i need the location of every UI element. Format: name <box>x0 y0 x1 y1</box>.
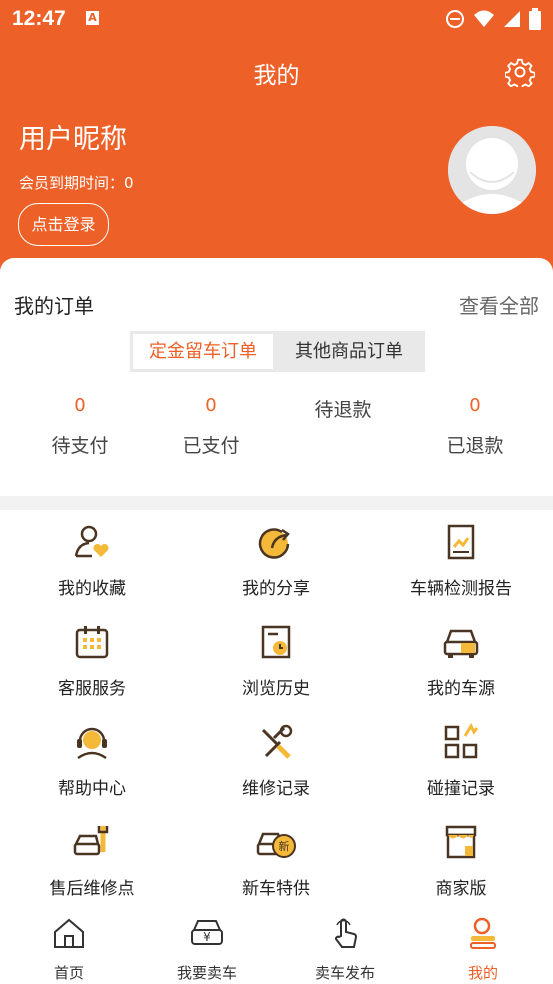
dnd-icon <box>446 10 464 28</box>
menu-item-history[interactable]: 浏览历史 <box>184 622 368 699</box>
order-tabs: 定金留车订单 其他商品订单 <box>130 331 425 372</box>
notification-a-icon: A <box>86 11 99 25</box>
svg-text:新: 新 <box>279 839 290 853</box>
menu-item-label: 车辆检测报告 <box>410 579 512 599</box>
nav-label: 首页 <box>53 964 84 982</box>
menu-item-help-center[interactable]: 帮助中心 <box>0 722 184 799</box>
nav-profile[interactable]: 我的 <box>414 916 552 983</box>
bottom-navigation: 首页 ¥ 我要卖车 卖车发布 我的 <box>0 906 553 984</box>
menu-item-label: 我的收藏 <box>58 579 126 599</box>
menu-item-label: 我的分享 <box>242 579 310 599</box>
tab-other-orders[interactable]: 其他商品订单 <box>276 334 422 369</box>
car-source-icon <box>443 629 479 658</box>
stat-value: 0 <box>469 395 481 416</box>
profile-header: 12:47 A 我的 用户昵称 会员到期时间：0 点击登录 <box>0 0 553 290</box>
nav-home[interactable]: 首页 <box>0 916 138 983</box>
menu-item-merchant[interactable]: 商家版 <box>369 822 553 899</box>
touch-icon <box>335 918 357 948</box>
stat-label: 待退款 <box>314 399 372 421</box>
svg-text:¥: ¥ <box>203 930 211 944</box>
stat-label: 待支付 <box>51 435 109 457</box>
page-title: 我的 <box>253 63 300 89</box>
membership-expire-text: 会员到期时间：0 <box>19 174 134 192</box>
login-button[interactable]: 点击登录 <box>18 203 109 246</box>
stat-label: 已支付 <box>182 435 240 457</box>
history-icon <box>261 625 291 659</box>
sell-car-icon: ¥ <box>191 920 223 945</box>
store-icon <box>445 825 477 859</box>
calendar-icon <box>75 626 109 659</box>
menu-item-label: 维修记录 <box>242 779 310 799</box>
menu-item-new-car-offers[interactable]: 新 新车特供 <box>184 822 368 899</box>
order-stat-pending-payment[interactable]: 0 待支付 <box>30 395 130 458</box>
status-time: 12:47 <box>12 7 66 30</box>
new-car-icon: 新 <box>256 832 296 858</box>
view-all-orders-link[interactable]: 查看全部 <box>459 290 539 319</box>
menu-item-label: 售后维修点 <box>49 879 135 899</box>
headset-icon <box>77 727 107 760</box>
menu-item-customer-service[interactable]: 客服服务 <box>0 622 184 699</box>
tab-deposit-orders[interactable]: 定金留车订单 <box>133 334 273 369</box>
stat-value: 0 <box>205 395 217 416</box>
user-nickname: 用户昵称 <box>19 124 127 155</box>
order-stat-pending-refund[interactable]: 待退款 <box>293 395 393 446</box>
stat-value <box>293 422 393 446</box>
nav-label: 我要卖车 <box>176 964 237 982</box>
default-avatar-icon <box>448 126 536 214</box>
favorite-user-icon <box>74 525 109 558</box>
nav-label: 我的 <box>467 964 498 982</box>
menu-item-inspection-report[interactable]: 车辆检测报告 <box>369 522 553 599</box>
repair-car-icon <box>73 826 109 856</box>
nav-label: 卖车发布 <box>314 964 375 982</box>
collision-icon <box>444 722 479 759</box>
settings-gear-icon[interactable] <box>505 57 535 87</box>
menu-item-collision-records[interactable]: 碰撞记录 <box>369 722 553 799</box>
menu-item-favorites[interactable]: 我的收藏 <box>0 522 184 599</box>
status-bar: 12:47 A <box>0 0 553 36</box>
menu-item-label: 客服服务 <box>58 679 126 699</box>
profile-icon <box>470 917 496 949</box>
menu-item-label: 帮助中心 <box>58 779 126 799</box>
menu-item-label: 我的车源 <box>427 679 495 699</box>
menu-item-repair-records[interactable]: 维修记录 <box>184 722 368 799</box>
wifi-icon <box>474 10 494 27</box>
signal-icon <box>504 11 520 27</box>
menu-item-label: 新车特供 <box>242 879 310 899</box>
menu-item-share[interactable]: 我的分享 <box>184 522 368 599</box>
avatar[interactable] <box>448 126 536 214</box>
nav-publish[interactable]: 卖车发布 <box>276 916 414 983</box>
menu-item-label: 浏览历史 <box>242 679 310 699</box>
status-icons <box>445 8 541 30</box>
orders-heading: 我的订单 <box>14 294 94 318</box>
report-icon <box>447 524 475 560</box>
share-icon <box>258 528 290 559</box>
menu-item-label: 商家版 <box>435 879 487 899</box>
menu-item-service-points[interactable]: 售后维修点 <box>0 822 184 899</box>
order-stat-paid[interactable]: 0 已支付 <box>161 395 261 458</box>
order-stat-refunded[interactable]: 0 已退款 <box>425 395 525 458</box>
orders-card: 我的订单 查看全部 <box>0 258 553 496</box>
home-icon <box>54 918 84 948</box>
nav-sell-car[interactable]: ¥ 我要卖车 <box>138 916 276 983</box>
menu-item-my-cars[interactable]: 我的车源 <box>369 622 553 699</box>
menu-item-label: 碰撞记录 <box>427 779 495 799</box>
stat-value: 0 <box>74 395 86 416</box>
stat-label: 已退款 <box>446 435 504 457</box>
tools-icon <box>261 724 293 759</box>
battery-icon <box>529 8 541 30</box>
